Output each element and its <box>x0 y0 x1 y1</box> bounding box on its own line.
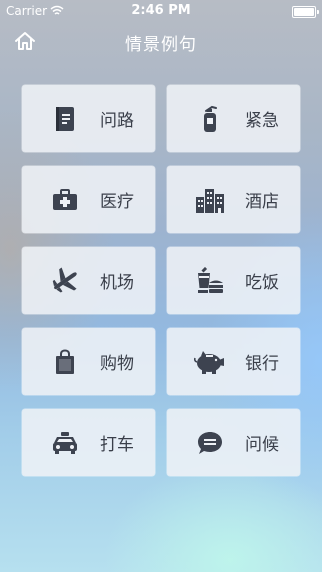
tile-label: 购物 <box>100 354 134 374</box>
tile-label: 打车 <box>100 435 134 455</box>
battery-icon <box>292 6 319 18</box>
first-aid-kit-icon <box>48 183 82 217</box>
status-time: 2:46 PM <box>131 3 191 18</box>
tile-label: 吃饭 <box>245 273 279 293</box>
directions-book-icon <box>48 102 82 136</box>
piggy-bank-icon <box>193 345 227 379</box>
chat-bubble-icon <box>193 426 227 460</box>
tile-bank[interactable]: 银行 <box>167 328 300 395</box>
tile-label: 问候 <box>245 435 279 455</box>
tile-hotel[interactable]: 酒店 <box>167 166 300 233</box>
tile-label: 紧急 <box>245 111 279 131</box>
navigation-bar: 情景例句 <box>0 22 322 62</box>
buildings-icon <box>193 183 227 217</box>
page-title: 情景例句 <box>125 35 197 55</box>
tile-airport[interactable]: 机场 <box>22 247 155 314</box>
shopping-bag-icon <box>48 345 82 379</box>
tile-label: 机场 <box>100 273 134 293</box>
tile-label: 医疗 <box>100 192 134 212</box>
tile-dining[interactable]: 吃饭 <box>167 247 300 314</box>
tile-emergency[interactable]: 紧急 <box>167 85 300 152</box>
airplane-icon <box>48 264 82 298</box>
tile-label: 银行 <box>245 354 279 374</box>
tile-taxi[interactable]: 打车 <box>22 409 155 476</box>
tile-greetings[interactable]: 问候 <box>167 409 300 476</box>
tile-medical[interactable]: 医疗 <box>22 166 155 233</box>
fire-extinguisher-icon <box>193 102 227 136</box>
tile-label: 酒店 <box>245 192 279 212</box>
fast-food-icon <box>193 264 227 298</box>
taxi-icon <box>48 426 82 460</box>
tile-shopping[interactable]: 购物 <box>22 328 155 395</box>
tile-directions[interactable]: 问路 <box>22 85 155 152</box>
tile-label: 问路 <box>100 111 134 131</box>
status-bar: Carrier 2:46 PM <box>0 0 322 22</box>
